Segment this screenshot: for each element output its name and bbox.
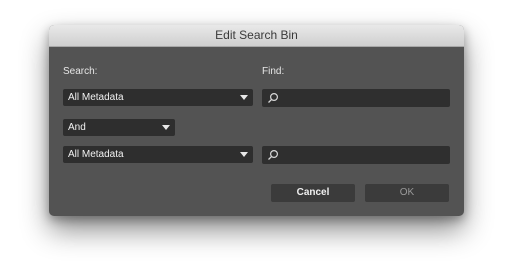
- search-label: Search:: [63, 66, 98, 77]
- find-input-1[interactable]: [262, 89, 450, 107]
- operator-select[interactable]: And: [63, 119, 175, 136]
- search-field-select-2[interactable]: All Metadata: [63, 146, 253, 163]
- search-field-select-1[interactable]: All Metadata: [63, 89, 253, 106]
- edit-search-bin-dialog: Edit Search Bin Search: Find: All Metada…: [49, 25, 464, 216]
- operator-select-value: And: [68, 122, 86, 133]
- search-field-select-2-value: All Metadata: [68, 149, 124, 160]
- ok-button[interactable]: OK: [365, 184, 449, 202]
- search-icon: [268, 149, 279, 160]
- dialog-title: Edit Search Bin: [49, 25, 464, 47]
- chevron-down-icon: [240, 95, 248, 100]
- chevron-down-icon: [162, 125, 170, 130]
- find-input-2[interactable]: [262, 146, 450, 164]
- search-field-select-1-value: All Metadata: [68, 92, 124, 103]
- find-label: Find:: [262, 66, 285, 77]
- chevron-down-icon: [240, 152, 248, 157]
- cancel-button[interactable]: Cancel: [271, 184, 355, 202]
- search-icon: [268, 92, 279, 103]
